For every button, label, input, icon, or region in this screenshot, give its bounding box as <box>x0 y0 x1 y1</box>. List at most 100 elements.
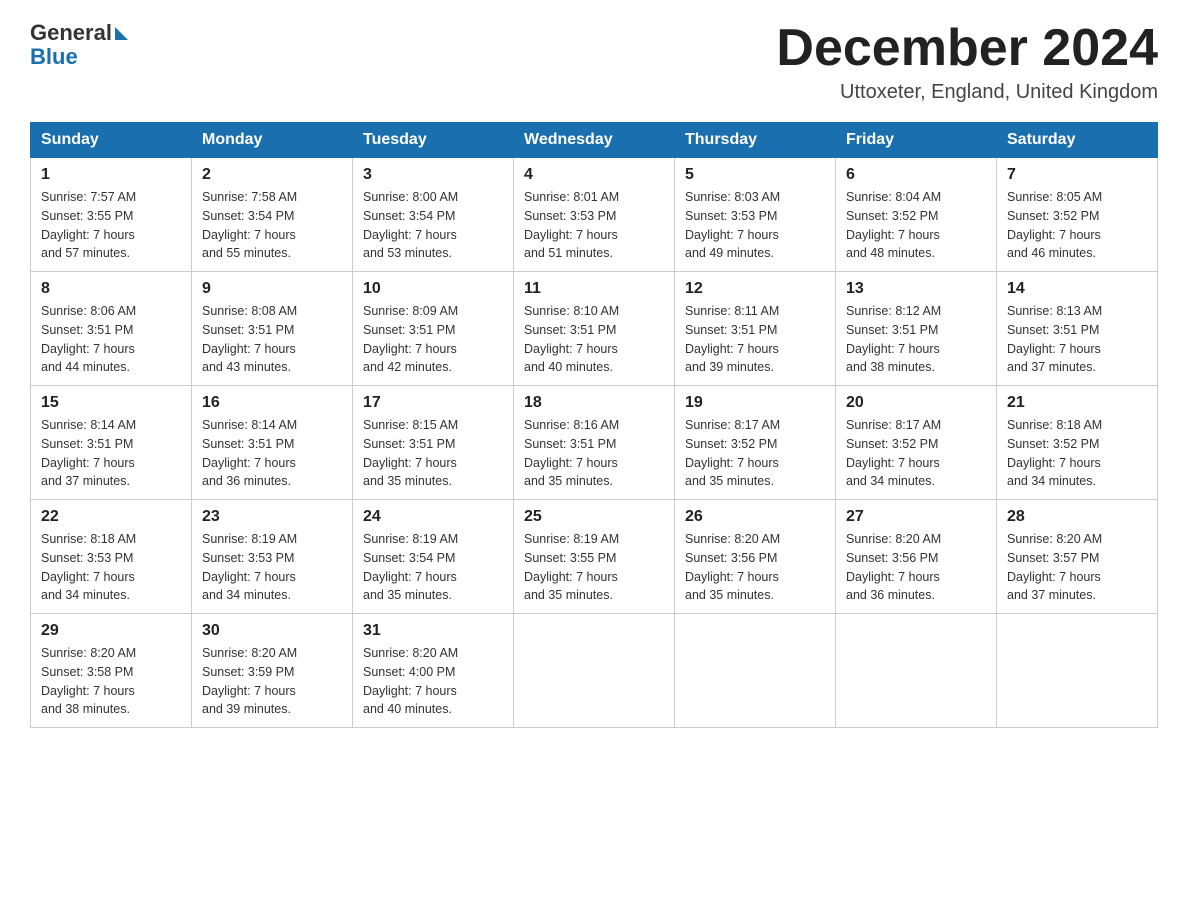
day-info: Sunrise: 8:08 AMSunset: 3:51 PMDaylight:… <box>202 304 297 374</box>
day-cell: 8 Sunrise: 8:06 AMSunset: 3:51 PMDayligh… <box>31 272 192 386</box>
day-cell: 2 Sunrise: 7:58 AMSunset: 3:54 PMDayligh… <box>192 158 353 272</box>
day-cell <box>836 614 997 728</box>
logo: General Blue <box>30 20 128 70</box>
day-info: Sunrise: 7:58 AMSunset: 3:54 PMDaylight:… <box>202 190 297 260</box>
day-cell: 10 Sunrise: 8:09 AMSunset: 3:51 PMDaylig… <box>353 272 514 386</box>
day-number: 2 <box>202 166 342 184</box>
day-cell: 15 Sunrise: 8:14 AMSunset: 3:51 PMDaylig… <box>31 386 192 500</box>
page-header: General Blue December 2024 Uttoxeter, En… <box>30 20 1158 104</box>
col-header-thursday: Thursday <box>675 123 836 158</box>
day-info: Sunrise: 8:00 AMSunset: 3:54 PMDaylight:… <box>363 190 458 260</box>
day-cell <box>997 614 1158 728</box>
week-row-5: 29 Sunrise: 8:20 AMSunset: 3:58 PMDaylig… <box>31 614 1158 728</box>
day-number: 27 <box>846 508 986 526</box>
col-header-saturday: Saturday <box>997 123 1158 158</box>
day-number: 18 <box>524 394 664 412</box>
day-cell: 7 Sunrise: 8:05 AMSunset: 3:52 PMDayligh… <box>997 158 1158 272</box>
day-cell: 27 Sunrise: 8:20 AMSunset: 3:56 PMDaylig… <box>836 500 997 614</box>
day-cell <box>675 614 836 728</box>
day-cell: 21 Sunrise: 8:18 AMSunset: 3:52 PMDaylig… <box>997 386 1158 500</box>
day-info: Sunrise: 8:11 AMSunset: 3:51 PMDaylight:… <box>685 304 779 374</box>
day-cell: 20 Sunrise: 8:17 AMSunset: 3:52 PMDaylig… <box>836 386 997 500</box>
day-info: Sunrise: 8:18 AMSunset: 3:53 PMDaylight:… <box>41 532 136 602</box>
day-cell: 18 Sunrise: 8:16 AMSunset: 3:51 PMDaylig… <box>514 386 675 500</box>
day-number: 25 <box>524 508 664 526</box>
day-info: Sunrise: 8:14 AMSunset: 3:51 PMDaylight:… <box>202 418 297 488</box>
col-header-sunday: Sunday <box>31 123 192 158</box>
day-cell <box>514 614 675 728</box>
day-number: 19 <box>685 394 825 412</box>
day-number: 6 <box>846 166 986 184</box>
day-info: Sunrise: 8:17 AMSunset: 3:52 PMDaylight:… <box>685 418 780 488</box>
day-number: 29 <box>41 622 181 640</box>
logo-arrow-icon <box>115 27 128 40</box>
day-number: 13 <box>846 280 986 298</box>
day-number: 8 <box>41 280 181 298</box>
day-number: 10 <box>363 280 503 298</box>
day-cell: 23 Sunrise: 8:19 AMSunset: 3:53 PMDaylig… <box>192 500 353 614</box>
day-number: 9 <box>202 280 342 298</box>
day-cell: 30 Sunrise: 8:20 AMSunset: 3:59 PMDaylig… <box>192 614 353 728</box>
day-number: 12 <box>685 280 825 298</box>
week-row-3: 15 Sunrise: 8:14 AMSunset: 3:51 PMDaylig… <box>31 386 1158 500</box>
day-number: 4 <box>524 166 664 184</box>
day-info: Sunrise: 8:18 AMSunset: 3:52 PMDaylight:… <box>1007 418 1102 488</box>
day-cell: 22 Sunrise: 8:18 AMSunset: 3:53 PMDaylig… <box>31 500 192 614</box>
day-cell: 29 Sunrise: 8:20 AMSunset: 3:58 PMDaylig… <box>31 614 192 728</box>
day-number: 11 <box>524 280 664 298</box>
day-cell: 3 Sunrise: 8:00 AMSunset: 3:54 PMDayligh… <box>353 158 514 272</box>
location: Uttoxeter, England, United Kingdom <box>776 81 1158 104</box>
day-number: 7 <box>1007 166 1147 184</box>
day-cell: 25 Sunrise: 8:19 AMSunset: 3:55 PMDaylig… <box>514 500 675 614</box>
day-cell: 9 Sunrise: 8:08 AMSunset: 3:51 PMDayligh… <box>192 272 353 386</box>
calendar-header-row: SundayMondayTuesdayWednesdayThursdayFrid… <box>31 123 1158 158</box>
day-info: Sunrise: 8:17 AMSunset: 3:52 PMDaylight:… <box>846 418 941 488</box>
day-number: 20 <box>846 394 986 412</box>
day-info: Sunrise: 8:20 AMSunset: 3:58 PMDaylight:… <box>41 646 136 716</box>
day-cell: 1 Sunrise: 7:57 AMSunset: 3:55 PMDayligh… <box>31 158 192 272</box>
day-number: 14 <box>1007 280 1147 298</box>
day-number: 17 <box>363 394 503 412</box>
day-number: 24 <box>363 508 503 526</box>
day-cell: 4 Sunrise: 8:01 AMSunset: 3:53 PMDayligh… <box>514 158 675 272</box>
day-info: Sunrise: 8:16 AMSunset: 3:51 PMDaylight:… <box>524 418 619 488</box>
day-info: Sunrise: 8:20 AMSunset: 3:56 PMDaylight:… <box>846 532 941 602</box>
day-cell: 11 Sunrise: 8:10 AMSunset: 3:51 PMDaylig… <box>514 272 675 386</box>
day-info: Sunrise: 8:14 AMSunset: 3:51 PMDaylight:… <box>41 418 136 488</box>
title-block: December 2024 Uttoxeter, England, United… <box>776 20 1158 104</box>
day-info: Sunrise: 8:13 AMSunset: 3:51 PMDaylight:… <box>1007 304 1102 374</box>
col-header-friday: Friday <box>836 123 997 158</box>
day-cell: 12 Sunrise: 8:11 AMSunset: 3:51 PMDaylig… <box>675 272 836 386</box>
day-info: Sunrise: 8:10 AMSunset: 3:51 PMDaylight:… <box>524 304 619 374</box>
day-cell: 26 Sunrise: 8:20 AMSunset: 3:56 PMDaylig… <box>675 500 836 614</box>
day-info: Sunrise: 8:20 AMSunset: 3:56 PMDaylight:… <box>685 532 780 602</box>
col-header-wednesday: Wednesday <box>514 123 675 158</box>
day-info: Sunrise: 7:57 AMSunset: 3:55 PMDaylight:… <box>41 190 136 260</box>
day-number: 3 <box>363 166 503 184</box>
week-row-1: 1 Sunrise: 7:57 AMSunset: 3:55 PMDayligh… <box>31 158 1158 272</box>
day-number: 30 <box>202 622 342 640</box>
day-info: Sunrise: 8:04 AMSunset: 3:52 PMDaylight:… <box>846 190 941 260</box>
logo-blue-text: Blue <box>30 44 78 70</box>
day-number: 31 <box>363 622 503 640</box>
day-info: Sunrise: 8:19 AMSunset: 3:55 PMDaylight:… <box>524 532 619 602</box>
day-cell: 24 Sunrise: 8:19 AMSunset: 3:54 PMDaylig… <box>353 500 514 614</box>
day-info: Sunrise: 8:01 AMSunset: 3:53 PMDaylight:… <box>524 190 619 260</box>
day-number: 26 <box>685 508 825 526</box>
day-cell: 5 Sunrise: 8:03 AMSunset: 3:53 PMDayligh… <box>675 158 836 272</box>
calendar-table: SundayMondayTuesdayWednesdayThursdayFrid… <box>30 122 1158 728</box>
day-info: Sunrise: 8:19 AMSunset: 3:54 PMDaylight:… <box>363 532 458 602</box>
day-number: 15 <box>41 394 181 412</box>
day-cell: 16 Sunrise: 8:14 AMSunset: 3:51 PMDaylig… <box>192 386 353 500</box>
week-row-4: 22 Sunrise: 8:18 AMSunset: 3:53 PMDaylig… <box>31 500 1158 614</box>
day-cell: 6 Sunrise: 8:04 AMSunset: 3:52 PMDayligh… <box>836 158 997 272</box>
day-info: Sunrise: 8:19 AMSunset: 3:53 PMDaylight:… <box>202 532 297 602</box>
day-number: 28 <box>1007 508 1147 526</box>
col-header-tuesday: Tuesday <box>353 123 514 158</box>
day-number: 16 <box>202 394 342 412</box>
week-row-2: 8 Sunrise: 8:06 AMSunset: 3:51 PMDayligh… <box>31 272 1158 386</box>
logo-general-text: General <box>30 20 112 46</box>
day-info: Sunrise: 8:06 AMSunset: 3:51 PMDaylight:… <box>41 304 136 374</box>
col-header-monday: Monday <box>192 123 353 158</box>
day-info: Sunrise: 8:12 AMSunset: 3:51 PMDaylight:… <box>846 304 941 374</box>
